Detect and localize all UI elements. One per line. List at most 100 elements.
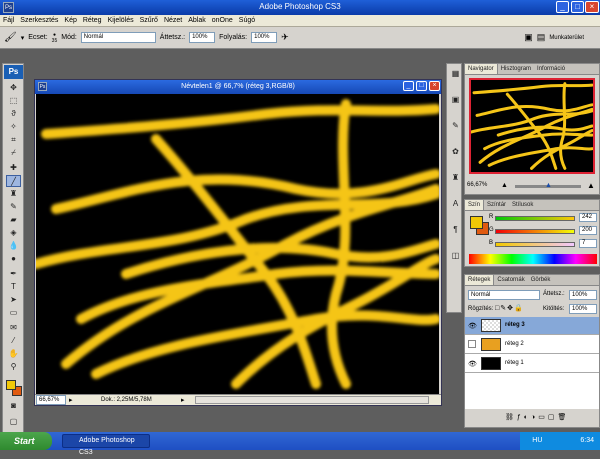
history-brush-tool-icon[interactable]: ✎ (6, 201, 21, 213)
lasso-tool-icon[interactable]: ϑ (6, 108, 21, 120)
workspace-menu[interactable]: Munkaterület (549, 35, 584, 41)
zoom-slider-thumb[interactable]: ▲ (545, 182, 552, 189)
tab-paths[interactable]: Görbék (528, 275, 554, 285)
menu-onone[interactable]: onOne (209, 17, 236, 24)
navigator-zoom[interactable]: 66,67% (467, 182, 487, 188)
maximize-button[interactable]: □ (571, 1, 584, 13)
tab-channels[interactable]: Csatornák (494, 275, 527, 285)
document-title-bar[interactable]: Ps Névtelen1 @ 66,7% (réteg 3,RGB/8) _ □… (35, 80, 441, 94)
navigator-thumbnail[interactable] (469, 78, 595, 174)
visibility-eye-icon[interactable]: 👁 (468, 322, 477, 330)
tool-preset-picker[interactable]: ▾ (21, 34, 25, 42)
move-tool-icon[interactable]: ✥ (6, 82, 21, 94)
tab-histogram[interactable]: Hisztogram (498, 64, 534, 74)
menu-window[interactable]: Ablak (185, 17, 209, 24)
healing-tool-icon[interactable]: ✚ (6, 162, 21, 174)
taskbar-photoshop[interactable]: Adobe Photoshop CS3 (62, 434, 150, 456)
tab-info[interactable]: Információ (534, 64, 568, 74)
zoom-out-icon[interactable]: ▲ (501, 182, 508, 189)
screen-mode-icon[interactable]: ▢ (6, 416, 21, 428)
workspace-icon[interactable]: ▤ (537, 32, 546, 43)
stamp-tool-icon[interactable]: ♜ (6, 188, 21, 200)
flow-field[interactable]: 100% (251, 32, 278, 43)
visibility-eye-icon[interactable]: 👁 (468, 360, 477, 368)
zoom-in-icon[interactable]: ▲ (587, 181, 595, 190)
panel-tool-presets-icon[interactable]: ✎ (448, 120, 463, 132)
menu-layer[interactable]: Réteg (80, 17, 105, 24)
color-fg-swatch[interactable] (470, 216, 483, 229)
image-canvas[interactable] (36, 94, 439, 394)
g-value[interactable]: 200 (579, 226, 597, 235)
menu-filter[interactable]: Szűrő (137, 17, 161, 24)
layer-row-1[interactable]: 👁 réteg 1 (465, 355, 599, 373)
panel-clone-icon[interactable]: ♜ (448, 172, 463, 184)
tray-language[interactable]: HU (532, 437, 542, 444)
foreground-color-swatch[interactable] (6, 380, 16, 390)
panel-brushes-icon[interactable]: ✿ (448, 146, 463, 158)
notes-tool-icon[interactable]: ✉ (6, 322, 21, 334)
brush-tool-icon-selected[interactable]: ╱ (6, 175, 21, 187)
r-value[interactable]: 242 (579, 213, 597, 222)
opacity-field[interactable]: 100% (189, 32, 216, 43)
zoom-field[interactable]: 66,67% (36, 395, 66, 405)
shape-tool-icon[interactable]: ▭ (6, 307, 21, 319)
eraser-tool-icon[interactable]: ▰ (6, 214, 21, 226)
g-slider[interactable] (495, 229, 575, 234)
color-spectrum-ramp[interactable] (469, 254, 597, 264)
menu-select[interactable]: Kijelölés (105, 17, 137, 24)
menu-file[interactable]: Fájl (0, 17, 17, 24)
blur-tool-icon[interactable]: 💧 (6, 240, 21, 252)
crop-tool-icon[interactable]: ⌗ (6, 134, 21, 146)
type-tool-icon[interactable]: T (6, 281, 21, 293)
fill-field[interactable]: 100% (569, 304, 597, 314)
layer-actions-icons[interactable]: ⛓ƒ◐◑▭▢🗑 (505, 413, 569, 421)
b-slider[interactable] (495, 242, 575, 247)
pen-tool-icon[interactable]: ✒ (6, 268, 21, 280)
tab-styles[interactable]: Stílusok (509, 200, 536, 210)
visibility-off-box[interactable] (468, 340, 476, 348)
tab-swatches[interactable]: Színtár (484, 200, 509, 210)
layer-opacity-field[interactable]: 100% (569, 290, 597, 300)
quick-mask-icon[interactable]: ◙ (6, 400, 21, 412)
tab-layers[interactable]: Rétegek (465, 275, 495, 285)
airbrush-icon[interactable]: ✈ (281, 32, 289, 43)
status-arrow-icon[interactable]: ▸ (181, 396, 185, 404)
menu-image[interactable]: Kép (61, 17, 79, 24)
b-value[interactable]: 7 (579, 239, 597, 248)
tab-navigator[interactable]: Navigator (465, 64, 498, 74)
start-button[interactable]: Start (0, 432, 52, 450)
path-select-tool-icon[interactable]: ➤ (6, 294, 21, 306)
status-menu-icon[interactable]: ▸ (69, 396, 73, 404)
tab-color[interactable]: Szín (465, 200, 485, 210)
minimize-button[interactable]: _ (556, 1, 569, 13)
eyedropper-tool-icon[interactable]: ⁄ (6, 335, 21, 347)
panel-layer-comps-icon[interactable]: ◫ (448, 250, 463, 262)
layer-row-2[interactable]: réteg 2 (465, 336, 599, 354)
blend-mode-select[interactable]: Normál (468, 290, 540, 300)
marquee-tool-icon[interactable]: ⬚ (6, 95, 21, 107)
panel-history-icon[interactable]: ▦ (448, 68, 463, 80)
doc-close-button[interactable]: × (429, 81, 440, 91)
zoom-tool-icon[interactable]: ⚲ (6, 361, 21, 373)
panel-character-icon[interactable]: A (448, 198, 463, 210)
doc-minimize-button[interactable]: _ (403, 81, 414, 91)
brush-tool-icon[interactable]: 🖌 (4, 32, 17, 43)
r-slider[interactable] (495, 216, 575, 221)
slice-tool-icon[interactable]: ⌿ (6, 147, 21, 159)
hand-tool-icon[interactable]: ✋ (6, 348, 21, 360)
brush-preview[interactable]: ● 35 (52, 32, 58, 44)
menu-view[interactable]: Nézet (161, 17, 185, 24)
horizontal-scrollbar[interactable] (195, 396, 429, 404)
magic-wand-tool-icon[interactable]: ✧ (6, 121, 21, 133)
doc-maximize-button[interactable]: □ (416, 81, 427, 91)
bridge-icon[interactable]: ▣ (524, 32, 533, 43)
close-button[interactable]: × (585, 1, 599, 13)
panel-actions-icon[interactable]: ▣ (448, 94, 463, 106)
bucket-tool-icon[interactable]: ◈ (6, 227, 21, 239)
lock-icons[interactable]: □✎✥🔒 (495, 304, 524, 312)
layer-row-3[interactable]: 👁 réteg 3 (465, 317, 599, 335)
menu-edit[interactable]: Szerkesztés (17, 17, 61, 24)
mode-select[interactable]: Normál (80, 32, 156, 43)
panel-paragraph-icon[interactable]: ¶ (448, 224, 463, 236)
menu-help[interactable]: Súgó (236, 17, 258, 24)
